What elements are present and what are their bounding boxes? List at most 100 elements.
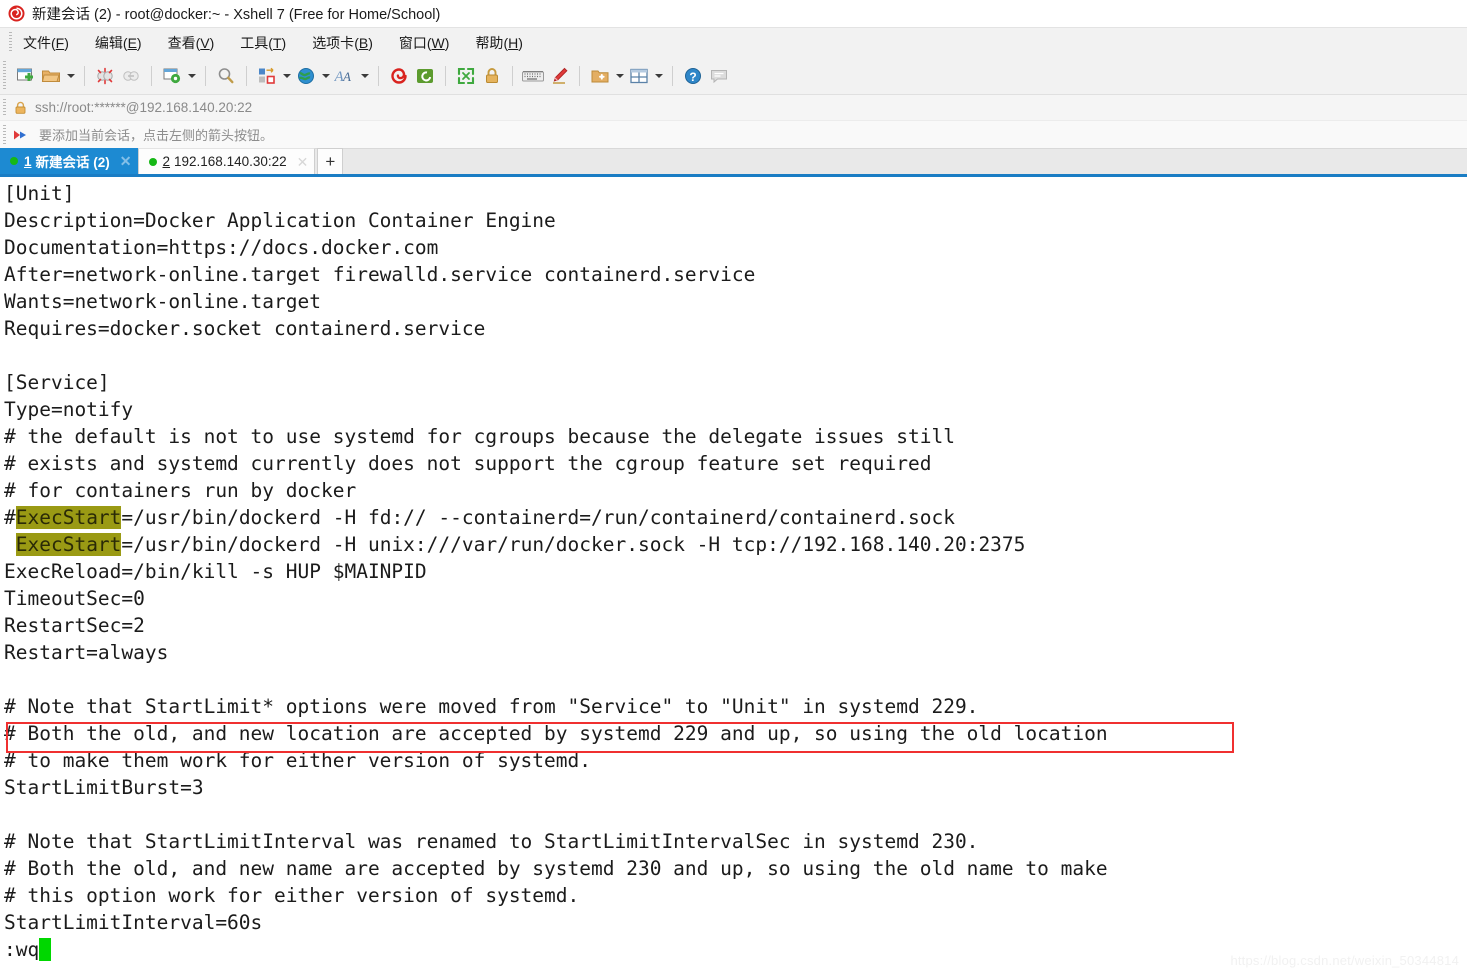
tab-status-dot-icon xyxy=(10,157,18,165)
menu-edit-accel: E xyxy=(127,34,137,51)
menu-tools-label: 工具 xyxy=(240,34,269,51)
menubar-gripper[interactable] xyxy=(9,32,12,53)
terminal-line: ExecReload=/bin/kill -s HUP $MAINPID xyxy=(4,560,427,583)
menu-edit[interactable]: 编辑(E) xyxy=(92,31,145,55)
highlight-pen-icon[interactable] xyxy=(546,63,572,89)
tab-close-icon-2[interactable]: ✕ xyxy=(297,155,309,169)
menu-file[interactable]: 文件(F) xyxy=(20,31,72,55)
terminal-line: Requires=docker.socket containerd.servic… xyxy=(4,317,486,340)
menu-help-accel: H xyxy=(508,34,519,51)
menu-tools[interactable]: 工具(T) xyxy=(237,31,289,55)
find-icon[interactable] xyxy=(213,63,239,89)
terminal-line: # this option work for either version of… xyxy=(4,884,580,907)
blue-red-arrow-icon xyxy=(13,128,31,142)
tab-close-icon-1[interactable]: ✕ xyxy=(120,154,132,168)
font-size-icon[interactable]: A A xyxy=(332,63,358,89)
svg-text:?: ? xyxy=(689,70,696,84)
terminal-line: # exists and systemd currently does not … xyxy=(4,452,932,475)
tab-session-1[interactable]: 1 新建会话 (2) ✕ xyxy=(0,148,138,174)
disconnect-icon[interactable] xyxy=(92,63,118,89)
reconnect-icon[interactable] xyxy=(118,63,144,89)
menu-tools-accel: T xyxy=(272,34,282,51)
open-session-dropdown-icon[interactable] xyxy=(64,63,77,89)
xshell-logo-icon[interactable] xyxy=(386,63,412,89)
menu-edit-label: 编辑 xyxy=(94,34,123,51)
terminal-output[interactable]: [Unit] Description=Docker Application Con… xyxy=(0,177,1467,974)
xshell-spiral-logo-icon xyxy=(8,5,25,22)
tab-bar: 1 新建会话 (2) ✕ 2 192.168.140.30:22 ✕ + xyxy=(0,148,1467,177)
menu-help[interactable]: 帮助(H) xyxy=(472,31,525,55)
terminal-line: TimeoutSec=0 xyxy=(4,587,145,610)
toolbar: A A ? xyxy=(0,57,1467,95)
tab-session-2[interactable]: 2 192.168.140.30:22 ✕ xyxy=(137,148,316,174)
new-session-icon[interactable] xyxy=(12,63,38,89)
terminal-line-prefix: # xyxy=(4,506,16,529)
addressbar-gripper[interactable] xyxy=(3,99,6,116)
toolbar-gripper[interactable] xyxy=(3,61,6,90)
menu-tabs-accel: B xyxy=(358,34,369,51)
file-transfer-icon[interactable] xyxy=(254,63,280,89)
terminal-line-suffix: =/usr/bin/dockerd -H fd:// --containerd=… xyxy=(121,506,955,529)
terminal-line: # the default is not to use systemd for … xyxy=(4,425,955,448)
hintbar-gripper[interactable] xyxy=(3,125,6,144)
session-properties-dropdown-icon[interactable] xyxy=(185,63,198,89)
terminal-line: #ExecStart=/usr/bin/dockerd -H fd:// --c… xyxy=(4,504,1467,531)
menu-view[interactable]: 查看(V) xyxy=(165,31,218,55)
hint-bar: 要添加当前会话，点击左侧的箭头按钮。 xyxy=(0,121,1467,149)
terminal-search-highlight: ExecStart xyxy=(15,506,122,529)
chat-icon[interactable] xyxy=(706,63,732,89)
terminal-lines: [Unit] Description=Docker Application Con… xyxy=(4,180,1467,963)
split-layout-dropdown-icon[interactable] xyxy=(652,63,665,89)
menu-help-label: 帮助 xyxy=(475,34,504,51)
tab-label-1: 新建会话 (2) xyxy=(35,155,110,170)
tab-status-dot-icon xyxy=(148,157,157,166)
terminal-line: Type=notify xyxy=(4,398,134,421)
globe-encoding-dropdown-icon[interactable] xyxy=(319,63,332,89)
toolbar-separator xyxy=(445,65,446,86)
terminal-line: # Note that StartLimitInterval was renam… xyxy=(4,830,979,853)
window-title: 新建会话 (2) - root@docker:~ - Xshell 7 (Fre… xyxy=(32,7,441,23)
terminal-line: StartLimitInterval=60s xyxy=(4,911,263,934)
toolbar-separator xyxy=(84,65,85,86)
svg-text:A: A xyxy=(342,69,351,84)
xftp-logo-icon[interactable] xyxy=(412,63,438,89)
keyboard-icon[interactable] xyxy=(520,63,546,89)
toolbar-separator xyxy=(672,65,673,86)
hint-text: 要添加当前会话，点击左侧的箭头按钮。 xyxy=(39,128,274,143)
menu-file-accel: F xyxy=(55,34,65,51)
font-size-dropdown-icon[interactable] xyxy=(358,63,371,89)
add-to-folder-icon[interactable] xyxy=(587,63,613,89)
toolbar-separator xyxy=(246,65,247,86)
session-properties-icon[interactable] xyxy=(159,63,185,89)
toolbar-separator xyxy=(205,65,206,86)
menu-tabs[interactable]: 选项卡(B) xyxy=(309,31,376,55)
file-transfer-dropdown-icon[interactable] xyxy=(280,63,293,89)
menu-window[interactable]: 窗口(W) xyxy=(396,31,453,55)
new-tab-button[interactable]: + xyxy=(317,148,344,174)
menu-tabs-label: 选项卡 xyxy=(312,34,355,51)
menu-window-accel: W xyxy=(431,34,445,51)
split-layout-icon[interactable] xyxy=(626,63,652,89)
terminal-search-highlight: ExecStart xyxy=(15,533,122,556)
address-input[interactable]: ssh://root:******@192.168.140.20:22 xyxy=(35,100,252,115)
globe-encoding-icon[interactable] xyxy=(293,63,319,89)
toolbar-separator xyxy=(151,65,152,86)
terminal-line-suffix: =/usr/bin/dockerd -H unix:///var/run/doc… xyxy=(121,533,1026,556)
toolbar-separator xyxy=(512,65,513,86)
open-session-folder-icon[interactable] xyxy=(38,63,64,89)
add-to-folder-dropdown-icon[interactable] xyxy=(613,63,626,89)
terminal-line: # Note that StartLimit* options were mov… xyxy=(4,695,979,718)
tab-label-2: 192.168.140.30:22 xyxy=(174,154,287,169)
lock-icon xyxy=(14,101,27,115)
terminal-line: # Both the old, and new name are accepte… xyxy=(4,857,1108,880)
toolbar-separator xyxy=(579,65,580,86)
lock-icon[interactable] xyxy=(479,63,505,89)
tab-index-1: 1 xyxy=(24,153,32,169)
help-icon[interactable]: ? xyxy=(680,63,706,89)
terminal-line: ExecStart=/usr/bin/dockerd -H unix:///va… xyxy=(4,531,1467,558)
address-bar[interactable]: ssh://root:******@192.168.140.20:22 xyxy=(0,95,1467,121)
fullscreen-icon[interactable] xyxy=(453,63,479,89)
